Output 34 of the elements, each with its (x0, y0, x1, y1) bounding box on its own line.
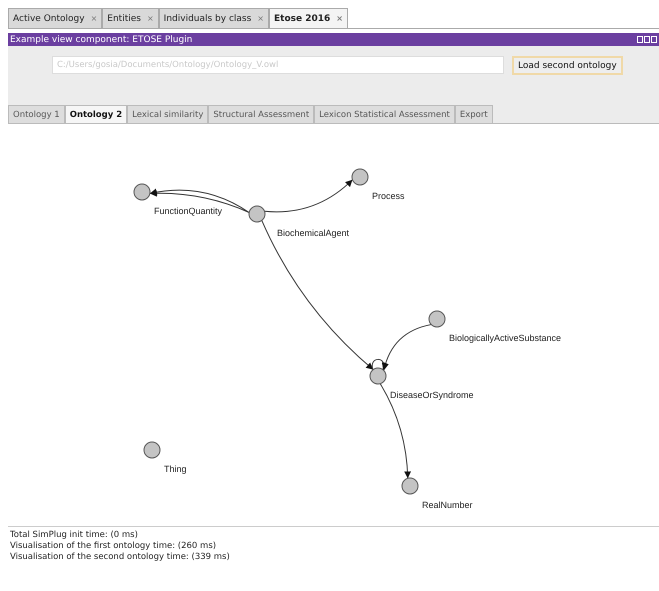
graph-node[interactable] (370, 368, 386, 384)
tab[interactable]: Lexicon Statistical Assessment (314, 105, 455, 123)
close-icon[interactable]: × (90, 14, 98, 23)
node-label: Thing (164, 464, 187, 474)
log-line: Visualisation of the first ontology time: (260 ms) (10, 541, 216, 552)
graph-node[interactable] (428, 310, 446, 328)
graph-node[interactable] (402, 478, 418, 494)
node-label: Process (372, 191, 405, 201)
graph-node[interactable] (144, 442, 160, 458)
window-tab[interactable]: Entities × (102, 8, 159, 28)
tab[interactable]: Structural Assessment (208, 105, 314, 123)
window-tab[interactable]: Active Ontology × (8, 8, 102, 28)
node-label: FunctionQuantity (154, 206, 222, 216)
node-label: DiseaseOrSyndrome (390, 390, 474, 400)
node-label: BiochemicalAgent (277, 228, 350, 238)
log-line: Total SimPlug init time: (0 ms) (10, 530, 138, 541)
view-title: Example view component: ETOSE Plugin (10, 34, 192, 44)
graph-node[interactable] (352, 168, 368, 186)
node-label: RealNumber (422, 500, 473, 510)
window-controls-icon[interactable] (637, 36, 657, 43)
window-tab[interactable]: Individuals by class × (158, 8, 269, 28)
window-tab[interactable]: Etose 2016 × (269, 8, 348, 28)
graph-node[interactable] (134, 184, 150, 200)
close-icon[interactable]: × (336, 14, 343, 23)
tab[interactable]: Ontology 1 (8, 105, 65, 123)
tab[interactable]: Export (454, 105, 493, 123)
graph-node[interactable] (248, 206, 266, 222)
log-line: Visualisation of the second ontology time: (339 ms) (10, 552, 230, 563)
node-label: BiologicallyActiveSubstance (449, 333, 562, 343)
tab[interactable]: Lexical similarity (127, 105, 208, 123)
load-button[interactable]: Load second ontology (512, 56, 623, 75)
close-icon[interactable]: × (257, 14, 264, 23)
tab[interactable]: Ontology 2 (64, 105, 128, 123)
close-icon[interactable]: × (146, 14, 154, 23)
